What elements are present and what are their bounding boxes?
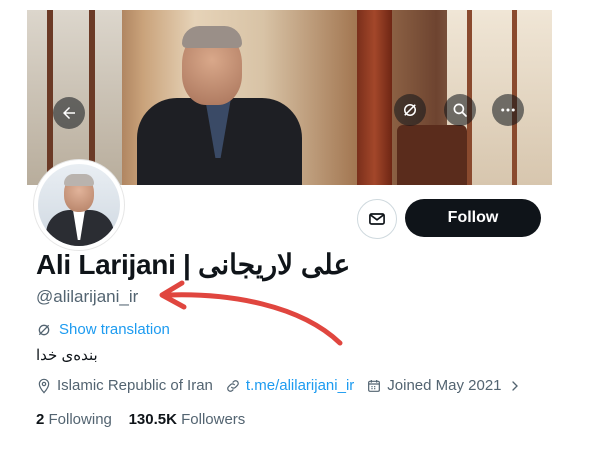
following-link[interactable]: 2 Following [36, 411, 112, 428]
location-icon [38, 378, 50, 394]
message-button[interactable] [357, 199, 397, 239]
location-item: Islamic Republic of Iran [36, 377, 213, 394]
follow-button[interactable]: Follow [405, 199, 541, 237]
arrow-left-icon [63, 107, 75, 119]
search-icon [453, 103, 467, 117]
website-link[interactable]: t.me/alilarijani_ir [246, 377, 354, 394]
profile-stats: 2 Following 130.5K Followers [36, 411, 245, 428]
annotation-arrow [159, 280, 343, 346]
followers-link[interactable]: 130.5K Followers [129, 411, 246, 428]
profile-banner [27, 10, 552, 185]
link-icon [227, 379, 239, 392]
profile-bio: بنده‌ی خدا [36, 347, 98, 364]
profile-meta: Islamic Republic of Iran t.me/alilarijan… [36, 377, 535, 394]
chevron-right-icon[interactable] [507, 378, 523, 394]
location-text: Islamic Republic of Iran [57, 377, 213, 394]
followers-label: Followers [181, 411, 246, 428]
following-label: Following [48, 411, 112, 428]
show-translation-label: Show translation [59, 321, 170, 338]
profile-screen: Follow Ali Larijani | علی لاریجانی @alil… [0, 0, 600, 450]
translate-icon [38, 324, 50, 335]
translate-banner-button[interactable] [394, 94, 426, 126]
joined-text: Joined May 2021 [387, 377, 502, 394]
joined-item: Joined May 2021 [366, 377, 522, 394]
followers-count: 130.5K [128, 411, 177, 428]
translate-icon [404, 104, 416, 116]
following-count: 2 [36, 411, 45, 428]
profile-handle: @alilarijani_ir [36, 287, 139, 306]
show-translation-link[interactable]: Show translation [36, 321, 170, 338]
more-icon [501, 108, 515, 112]
calendar-icon [368, 379, 381, 392]
back-button[interactable] [53, 97, 85, 129]
website-item[interactable]: t.me/alilarijani_ir [225, 377, 354, 394]
more-button[interactable] [492, 94, 524, 126]
avatar[interactable] [34, 160, 124, 250]
banner-photo-person [137, 26, 302, 185]
search-button[interactable] [444, 94, 476, 126]
message-icon [369, 213, 385, 225]
